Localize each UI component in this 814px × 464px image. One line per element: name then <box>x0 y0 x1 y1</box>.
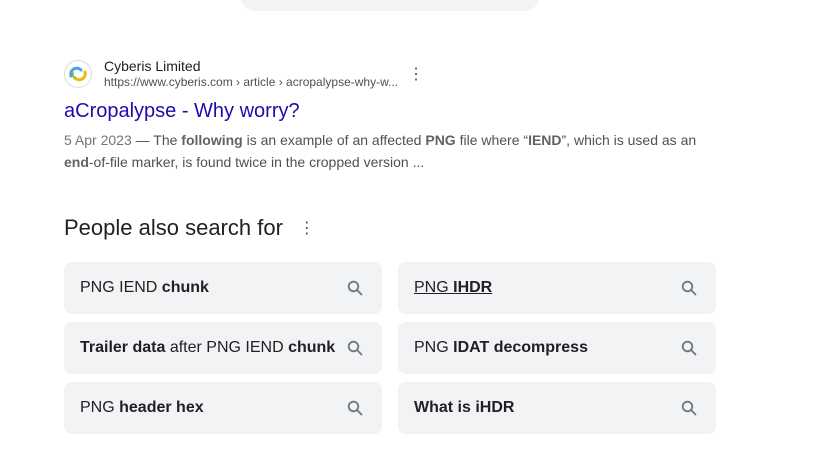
chip-text: PNG <box>80 399 120 416</box>
search-box-bottom-edge[interactable] <box>240 0 540 11</box>
chip-text-bold: chunk <box>161 279 209 296</box>
snippet-text: -of-file marker, is found twice in the c… <box>88 154 425 170</box>
result-date: 5 Apr 2023 <box>64 132 132 148</box>
related-search-chip[interactable]: PNG IHDR <box>398 262 716 314</box>
people-also-search-header: People also search for ⋮ <box>64 215 315 241</box>
snippet-highlight: end <box>64 154 89 170</box>
chip-text: PNG <box>414 279 454 296</box>
chip-text-bold: chunk <box>288 339 336 356</box>
related-search-chip[interactable]: What is iHDR <box>398 382 716 434</box>
people-also-search-title: People also search for <box>64 215 283 240</box>
site-name: Cyberis Limited <box>104 57 201 74</box>
result-source[interactable]: Cyberis Limited https://www.cyberis.com … <box>64 56 724 92</box>
snippet-highlight: following <box>181 132 243 148</box>
snippet-text: ”, which is used as an <box>561 132 697 148</box>
snippet-text: — The <box>131 132 182 148</box>
snippet-highlight: PNG <box>425 132 456 148</box>
chip-label: PNG header hex <box>80 399 204 417</box>
snippet-text: file where “ <box>455 132 529 148</box>
cyberis-logo-icon <box>64 60 92 88</box>
chip-label: PNG IHDR <box>414 279 492 297</box>
chip-label: What is iHDR <box>414 399 514 417</box>
related-search-chip[interactable]: PNG header hex <box>64 382 382 434</box>
more-vert-icon[interactable]: ⋮ <box>299 218 315 238</box>
search-icon <box>680 339 698 357</box>
snippet-highlight: IEND <box>528 132 562 148</box>
chip-text-bold: Trailer data <box>80 339 166 356</box>
chip-label: Trailer data after PNG IEND chunk <box>80 339 335 357</box>
chip-text: PNG IEND <box>80 279 162 296</box>
search-icon <box>346 339 364 357</box>
result-snippet: 5 Apr 2023 — The following is an example… <box>64 129 714 173</box>
more-vert-icon[interactable]: ⋮ <box>408 64 424 84</box>
chip-label: PNG IDAT decompress <box>414 339 588 357</box>
result-title-link[interactable]: aCropalypse - Why worry? <box>64 100 724 123</box>
chip-text: PNG <box>414 339 454 356</box>
search-icon <box>680 399 698 417</box>
search-icon <box>680 279 698 297</box>
related-search-chip[interactable]: Trailer data after PNG IEND chunk <box>64 322 382 374</box>
chip-text-bold: IDAT decompress <box>453 339 588 356</box>
related-search-chip[interactable]: PNG IDAT decompress <box>398 322 716 374</box>
chip-text-bold: IHDR <box>453 279 493 296</box>
search-result: Cyberis Limited https://www.cyberis.com … <box>64 56 724 173</box>
search-icon <box>346 399 364 417</box>
chip-text-bold: What is iHDR <box>414 399 515 416</box>
snippet-text: is an example of an affected <box>242 132 426 148</box>
search-icon <box>346 279 364 297</box>
chip-label: PNG IEND chunk <box>80 279 209 297</box>
site-url: https://www.cyberis.com › article › acro… <box>104 75 399 90</box>
chip-text-bold: header hex <box>119 399 204 416</box>
related-search-chip[interactable]: PNG IEND chunk <box>64 262 382 314</box>
chip-text: after PNG IEND <box>165 339 289 356</box>
